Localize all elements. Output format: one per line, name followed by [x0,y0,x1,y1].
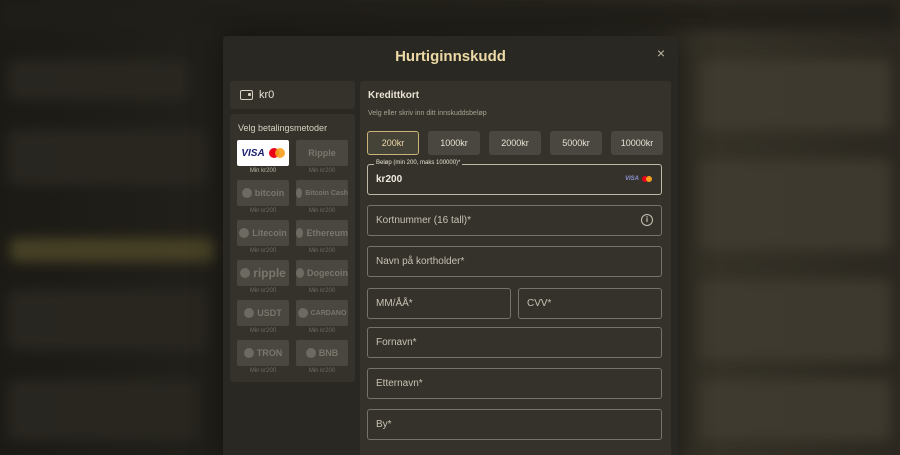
card-logos: VISA [625,176,652,182]
dogecoin-icon [296,268,304,278]
method-visa[interactable]: VISA [237,140,289,166]
cardano-icon [297,308,308,318]
visa-icon: VISA [624,176,639,182]
ethereum-icon [296,228,304,238]
method-name: TRON [256,348,283,358]
tether-icon [244,308,255,318]
method-label: Min kr200 [308,368,336,374]
method-cardano[interactable]: CARDANO [296,300,348,326]
method-bitcoin[interactable]: bitcoin [237,180,289,206]
method-tron[interactable]: TRON [237,340,289,366]
method-name: Bitcoin Cash [305,189,348,197]
last-name-input[interactable]: Etternavn* [367,368,662,399]
bitcoin-icon [241,188,252,198]
method-label: Min kr200 [308,168,336,174]
amount-10000-button[interactable]: 10000kr [611,131,663,155]
last-name-placeholder: Etternavn* [376,378,423,389]
deposit-modal: Hurtiginnskudd × kr0 Velg betalingsmetod… [223,36,678,455]
method-bitcoin-cash[interactable]: Bitcoin Cash [296,180,348,206]
wallet-balance: kr0 [230,81,355,109]
method-ethereum[interactable]: Ethereum [296,220,348,246]
method-name: Dogecoin [306,268,348,278]
modal-title: Hurtiginnskudd [395,48,506,65]
wallet-icon [240,90,253,100]
method-name: Ripple [308,148,336,158]
amount-value: kr200 [376,174,403,185]
card-holder-placeholder: Navn på kortholder* [376,256,465,267]
method-name: USDT [257,308,282,318]
method-label: Min kr200 [249,328,277,334]
method-usdt[interactable]: USDT [237,300,289,326]
amount-5000-button[interactable]: 5000kr [550,131,602,155]
method-label: Min kr200 [308,208,336,214]
method-name: BNB [318,348,339,358]
method-label: Min kr200 [308,288,336,294]
expiry-placeholder: MM/ÅÅ* [376,298,413,309]
form-title: Kredittkort [368,90,420,101]
method-name: Ethereum [306,228,348,238]
amount-2000-button[interactable]: 2000kr [489,131,541,155]
method-label: Min kr200 [308,248,336,254]
city-input[interactable]: By* [367,409,662,440]
method-dogecoin[interactable]: Dogecoin [296,260,348,286]
bnb-icon [305,348,316,358]
method-bnb[interactable]: BNB [296,340,348,366]
card-holder-input[interactable]: Navn på kortholder* [367,246,662,277]
credit-card-form: Kredittkort Velg eller skriv inn ditt in… [360,81,671,455]
amount-200-button[interactable]: 200kr [367,131,419,155]
payment-methods-panel: Velg betalingsmetoder VISA Min kr200 Rip… [230,114,355,382]
method-label: Min kr200 [249,248,277,254]
method-name: bitcoin [254,188,285,198]
method-name: CARDANO [310,309,347,317]
first-name-input[interactable]: Fornavn* [367,327,662,358]
amount-legend: Beløp (min 200, maks 100000)* [374,160,463,166]
method-ripple[interactable]: ripple [237,260,289,286]
mastercard-icon [642,176,652,182]
method-label: Min kr200 [249,288,277,294]
card-number-input[interactable]: Kortnummer (16 tall)* i [367,205,662,236]
tron-icon [243,348,254,358]
form-subtitle: Velg eller skriv inn ditt innskuddsbeløp [368,110,487,117]
first-name-placeholder: Fornavn* [376,337,417,348]
close-icon[interactable]: × [654,46,668,60]
expiry-input[interactable]: MM/ÅÅ* [367,288,511,319]
payment-methods-title: Velg betalingsmetoder [238,123,328,133]
ripple-icon [240,268,251,278]
cvv-input[interactable]: CVV* [518,288,662,319]
method-label: Min kr200 [249,168,277,174]
card-number-placeholder: Kortnummer (16 tall)* [376,215,472,226]
bitcoin-cash-icon [296,188,303,198]
method-ripple-wave[interactable]: Ripple [296,140,348,166]
method-label: Min kr200 [249,208,277,214]
amount-1000-button[interactable]: 1000kr [428,131,480,155]
amount-input[interactable]: Beløp (min 200, maks 100000)* kr200 VISA [367,160,662,195]
litecoin-icon [239,228,250,238]
balance-value: kr0 [259,89,275,101]
info-icon[interactable]: i [641,214,653,226]
method-label: Min kr200 [308,328,336,334]
method-name: Litecoin [252,228,287,238]
cvv-placeholder: CVV* [527,298,552,309]
method-name: ripple [253,266,286,280]
method-label: Min kr200 [249,368,277,374]
city-placeholder: By* [376,419,392,430]
method-litecoin[interactable]: Litecoin [237,220,289,246]
visa-logo: VISA [241,147,265,159]
mastercard-icon [268,148,285,158]
